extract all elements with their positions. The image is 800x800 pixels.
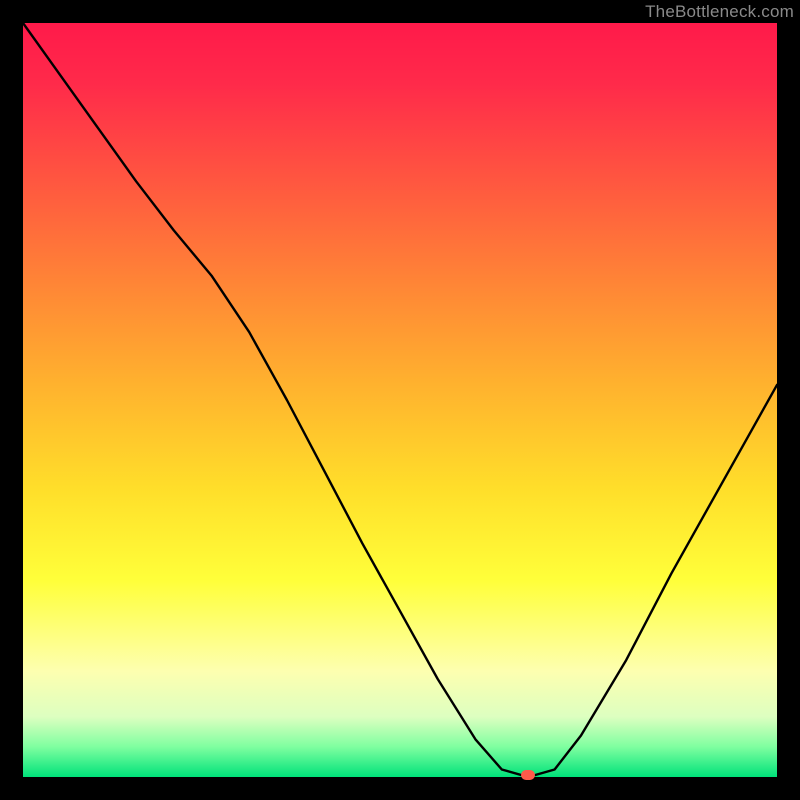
chart-frame: TheBottleneck.com — [0, 0, 800, 800]
watermark-text: TheBottleneck.com — [645, 2, 794, 22]
plot-area — [23, 23, 777, 777]
bottleneck-curve — [23, 23, 777, 777]
optimal-point-marker — [521, 770, 535, 780]
